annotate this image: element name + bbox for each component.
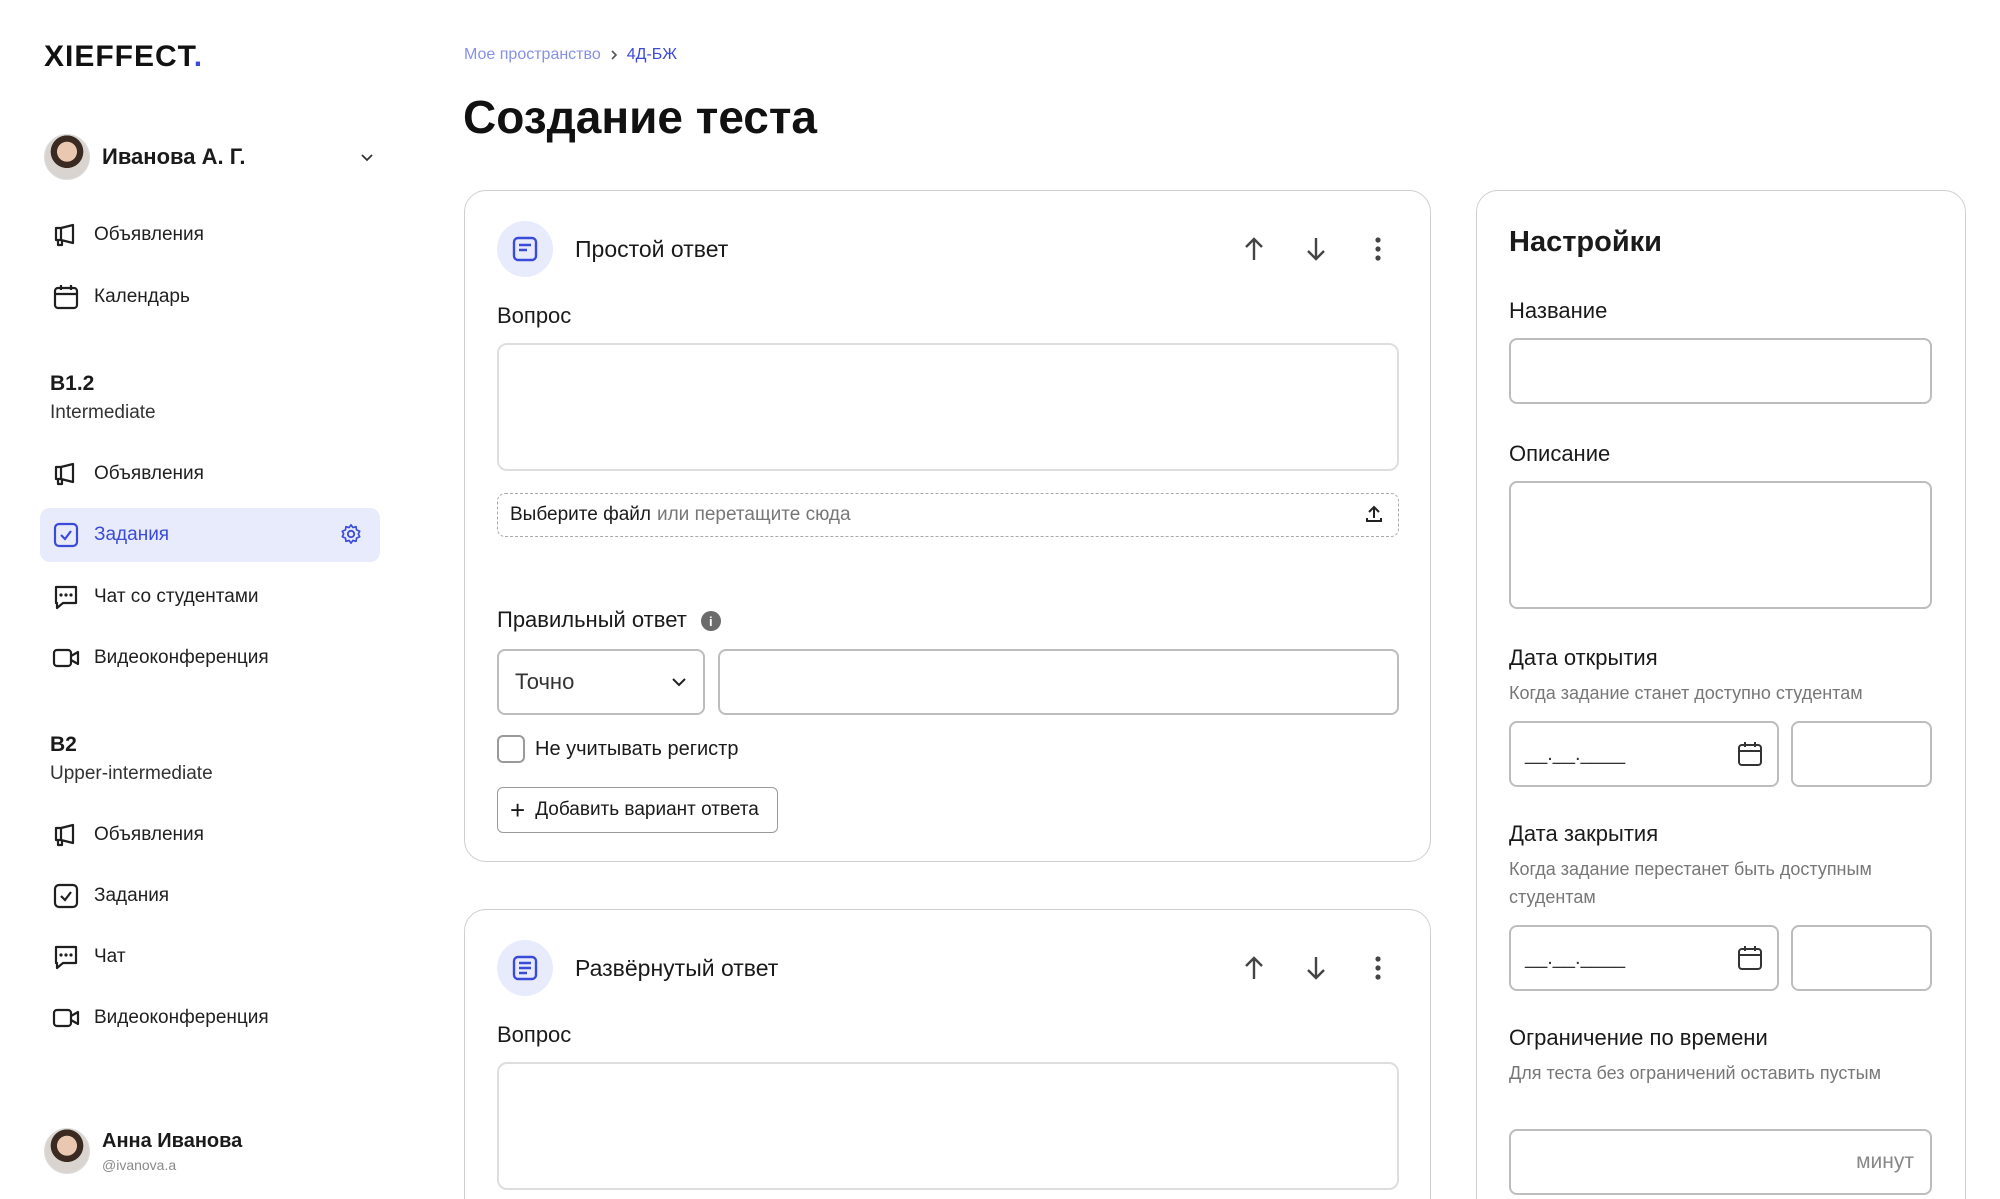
upload-icon	[1364, 504, 1384, 530]
open-date-input[interactable]: __.__.____	[1509, 721, 1779, 787]
group-title: B2	[50, 733, 77, 756]
video-icon	[52, 1004, 80, 1032]
match-mode-select[interactable]: Точно	[497, 649, 705, 715]
avatar	[44, 1128, 90, 1174]
chat-icon	[52, 943, 80, 971]
arrow-down-icon[interactable]	[1304, 235, 1328, 263]
name-label: Название	[1509, 298, 1608, 323]
question-card-extended: Развёрнутый ответ Вопрос	[464, 909, 1431, 1199]
sidebar-item-videoconference[interactable]: Видеоконференция	[40, 631, 380, 685]
user-name: Анна Иванова	[102, 1129, 243, 1152]
settings-panel: Настройки Название Описание Дата открыти…	[1476, 190, 1966, 1199]
breadcrumb-current[interactable]: 4Д-БЖ	[627, 46, 677, 64]
arrow-up-icon[interactable]	[1242, 235, 1266, 263]
breadcrumb: Мое пространство 4Д-БЖ	[464, 46, 677, 64]
group-subtitle: Intermediate	[50, 402, 156, 423]
chat-icon	[52, 583, 80, 611]
sidebar-item-videoconference[interactable]: Видеоконференция	[40, 991, 380, 1045]
name-input[interactable]	[1509, 338, 1932, 404]
task-icon	[52, 521, 80, 549]
video-icon	[52, 644, 80, 672]
match-mode-value: Точно	[515, 669, 575, 694]
correct-answer-label: Правильный ответ	[497, 607, 687, 632]
ignore-case-option[interactable]: Не учитывать регистр	[497, 735, 738, 763]
profile-name: Иванова А. Г.	[102, 144, 246, 169]
close-date-hint: Когда задание перестанет быть доступным …	[1509, 859, 1872, 907]
add-answer-variant-button[interactable]: + Добавить вариант ответа	[497, 787, 778, 833]
question-textarea[interactable]	[497, 343, 1399, 471]
sidebar-item-tasks[interactable]: Задания	[40, 869, 380, 923]
question-type-title: Развёрнутый ответ	[575, 954, 779, 981]
current-user[interactable]: Анна Иванова @ivanova.a	[44, 1128, 242, 1174]
sidebar: XIEFFECT. Иванова А. Г. Объявления Кален…	[0, 0, 400, 1199]
question-type-title: Простой ответ	[575, 235, 729, 262]
sidebar-item-tasks[interactable]: Задания	[40, 508, 380, 562]
arrow-down-icon[interactable]	[1304, 954, 1328, 982]
chevron-down-icon	[672, 678, 686, 687]
group-subtitle: Upper-intermediate	[50, 763, 213, 784]
sidebar-item-calendar[interactable]: Календарь	[40, 270, 380, 324]
close-time-input[interactable]	[1791, 925, 1932, 991]
sidebar-item-chat[interactable]: Чат	[40, 930, 380, 984]
calendar-icon[interactable]	[1737, 741, 1763, 767]
logo[interactable]: XIEFFECT.	[44, 40, 203, 74]
question-textarea[interactable]	[497, 1062, 1399, 1190]
chevron-down-icon	[361, 154, 373, 162]
question-label: Вопрос	[497, 303, 572, 328]
question-card-simple: Простой ответ Вопрос Выберите файл или п…	[464, 190, 1431, 862]
more-vertical-icon[interactable]	[1366, 954, 1390, 982]
sidebar-item-announcements[interactable]: Объявления	[40, 447, 380, 501]
user-handle: @ivanova.a	[102, 1156, 177, 1173]
file-drop-hint: или перетащите сюда	[656, 504, 851, 525]
info-icon[interactable]: i	[700, 611, 721, 632]
file-choose-link[interactable]: Выберите файл	[510, 504, 651, 526]
file-dropzone[interactable]: Выберите файл или перетащите сюда	[497, 493, 1399, 537]
megaphone-icon	[52, 821, 80, 849]
open-date-hint: Когда задание станет доступно студентам	[1509, 683, 1863, 703]
calendar-icon[interactable]	[1737, 945, 1763, 971]
question-label: Вопрос	[497, 1022, 572, 1047]
workspace-switcher[interactable]: Иванова А. Г.	[44, 132, 374, 182]
correct-answer-heading: Правильный ответ i	[497, 607, 721, 633]
ignore-case-label: Не учитывать регистр	[535, 737, 739, 760]
long-answer-icon	[497, 940, 553, 996]
arrow-up-icon[interactable]	[1242, 954, 1266, 982]
plus-icon: +	[510, 795, 526, 825]
avatar	[44, 134, 90, 180]
time-limit-input[interactable]: минут	[1509, 1129, 1932, 1195]
task-icon	[52, 882, 80, 910]
group-title: B1.2	[50, 372, 95, 395]
description-label: Описание	[1509, 441, 1611, 466]
close-date-input[interactable]: __.__.____	[1509, 925, 1779, 991]
megaphone-icon	[52, 221, 80, 249]
time-unit-suffix: минут	[1856, 1150, 1914, 1173]
open-time-input[interactable]	[1791, 721, 1932, 787]
megaphone-icon	[52, 460, 80, 488]
chevron-right-icon	[611, 50, 617, 60]
close-date-label: Дата закрытия	[1509, 821, 1659, 846]
sidebar-item-student-chat[interactable]: Чат со студентами	[40, 570, 380, 624]
page-title: Создание теста	[463, 91, 817, 143]
time-limit-label: Ограничение по времени	[1509, 1025, 1768, 1050]
time-limit-hint: Для теста без ограничений оставить пусты…	[1509, 1063, 1881, 1083]
calendar-icon	[52, 283, 80, 311]
text-answer-icon	[497, 221, 553, 277]
more-vertical-icon[interactable]	[1366, 235, 1390, 263]
description-input[interactable]	[1509, 481, 1932, 609]
ignore-case-checkbox[interactable]	[497, 735, 525, 763]
settings-title: Настройки	[1509, 226, 1663, 258]
open-date-label: Дата открытия	[1509, 645, 1658, 670]
breadcrumb-root[interactable]: Мое пространство	[464, 46, 601, 64]
sidebar-item-announcements[interactable]: Объявления	[40, 808, 380, 862]
correct-answer-input[interactable]	[718, 649, 1399, 715]
gear-icon[interactable]	[340, 523, 362, 550]
sidebar-item-announcements[interactable]: Объявления	[40, 208, 380, 262]
